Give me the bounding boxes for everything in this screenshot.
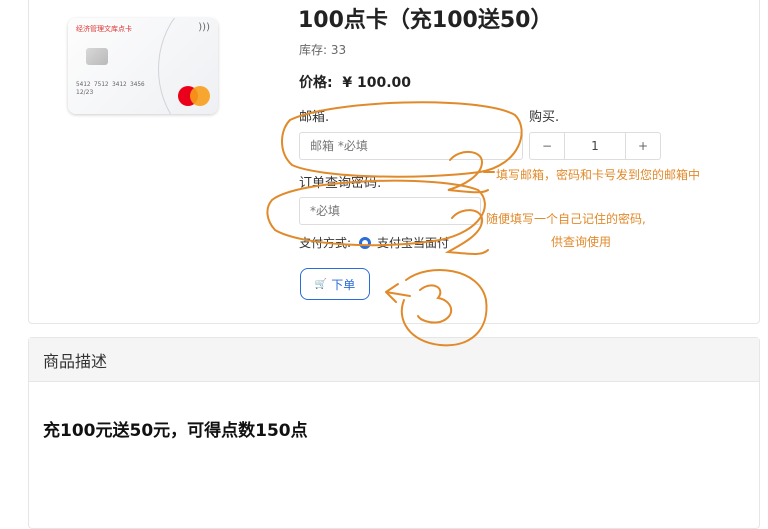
description-header: 商品描述 <box>29 338 759 382</box>
stock-info: 库存: 33 <box>299 41 346 58</box>
payment-radio[interactable] <box>359 236 372 249</box>
annotation-note-2-line-2: 供查询使用 <box>551 235 612 249</box>
buy-label: 购买. <box>529 110 560 125</box>
product-image: 经济管理文库点卡 ))) 5412 7512 3412 3456 12/23 <box>68 18 218 114</box>
price-label: 价格: <box>299 75 333 91</box>
password-input[interactable] <box>299 197 481 225</box>
payment-row: 支付方式: 支付宝当面付 <box>299 234 449 251</box>
contactless-icon: ))) <box>198 22 210 33</box>
chip-icon <box>86 48 108 65</box>
card-number: 5412 7512 3412 3456 <box>76 81 145 88</box>
quantity-stepper: − 1 + <box>529 132 661 160</box>
stock-label: 库存: <box>299 43 328 57</box>
annotation-note-2-line-1: 随便填写一个自己记住的密码, <box>486 212 646 226</box>
description-body: 充100元送50元，可得点数150点 <box>43 421 308 441</box>
card-image-title: 经济管理文库点卡 <box>76 25 132 33</box>
order-button[interactable]: 🛒 下单 <box>300 268 370 300</box>
password-label: 订单查询密码: <box>299 176 382 191</box>
decrease-button[interactable]: − <box>530 133 565 159</box>
stock-value: 33 <box>330 43 347 57</box>
payment-option[interactable]: 支付宝当面付 <box>377 234 449 251</box>
price-info: 价格: ¥ 100.00 <box>299 72 411 92</box>
price-value: ¥ 100.00 <box>342 75 411 91</box>
product-title: 100点卡（充100送50） <box>298 8 553 33</box>
order-button-label: 下单 <box>331 277 356 292</box>
email-label: 邮箱. <box>299 110 330 125</box>
annotation-note-1: 填写邮箱，密码和卡号发到您的邮箱中 <box>496 168 701 182</box>
description-panel: 商品描述 充100元送50元，可得点数150点 <box>28 337 760 529</box>
email-input[interactable] <box>299 132 523 160</box>
quantity-value[interactable]: 1 <box>565 133 625 159</box>
card-date: 12/23 <box>76 89 94 96</box>
increase-button[interactable]: + <box>625 133 660 159</box>
payment-label: 支付方式: <box>299 236 352 250</box>
cart-icon: 🛒 <box>314 278 328 290</box>
mastercard-logo-icon <box>178 86 210 106</box>
